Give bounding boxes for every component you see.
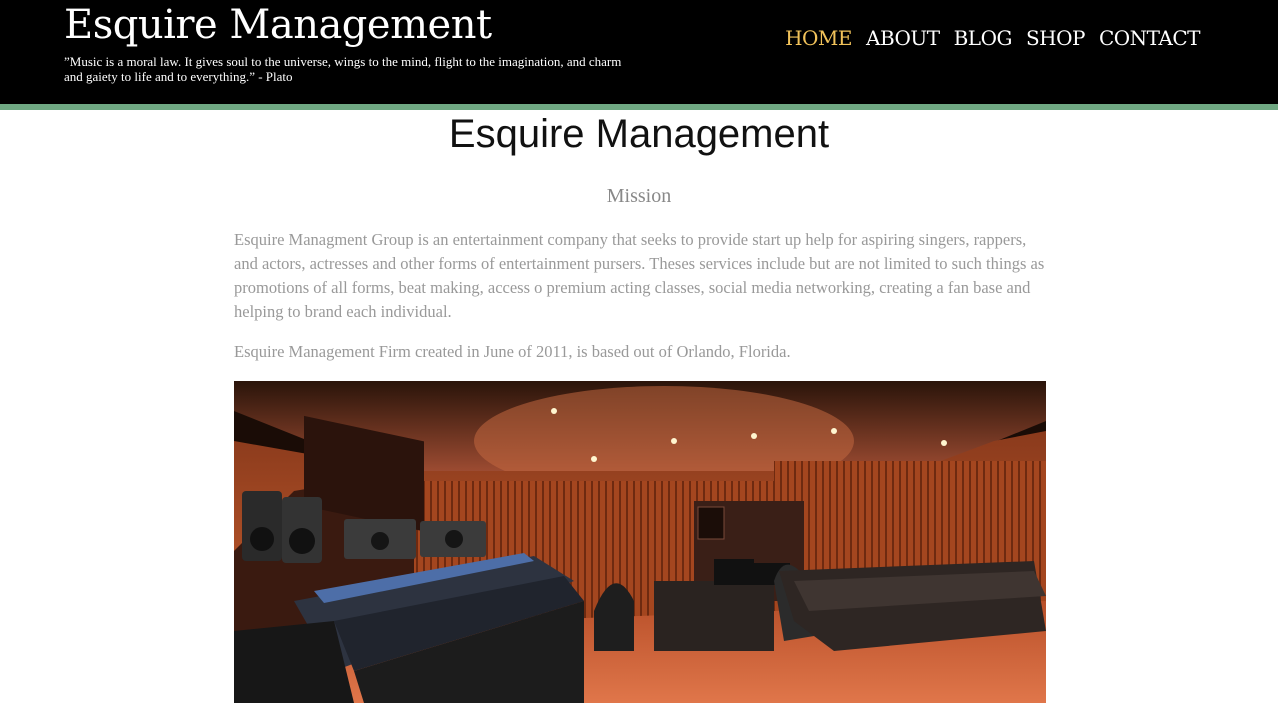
nav-blog[interactable]: BLOG: [954, 26, 1013, 50]
recording-studio-image: [234, 381, 1046, 703]
mission-heading: Mission: [606, 185, 672, 207]
nav-about[interactable]: ABOUT: [866, 26, 940, 50]
main-nav: HOME ABOUT BLOG SHOP CONTACT: [785, 26, 1200, 50]
nav-home[interactable]: HOME: [785, 26, 852, 50]
mission-paragraph: Esquire Managment Group is an entertainm…: [234, 230, 1045, 321]
site-header: Esquire Management ”Music is a moral law…: [0, 0, 1278, 104]
site-title[interactable]: Esquire Management: [64, 2, 492, 48]
page-title: Esquire Management: [448, 112, 830, 156]
nav-contact[interactable]: CONTACT: [1099, 26, 1201, 50]
header-quote: ”Music is a moral law. It gives soul to …: [64, 54, 622, 84]
studio-illustration: [234, 381, 1046, 703]
header-divider: [0, 104, 1278, 110]
nav-shop[interactable]: SHOP: [1026, 26, 1086, 50]
founding-paragraph: Esquire Management Firm created in June …: [234, 342, 791, 361]
